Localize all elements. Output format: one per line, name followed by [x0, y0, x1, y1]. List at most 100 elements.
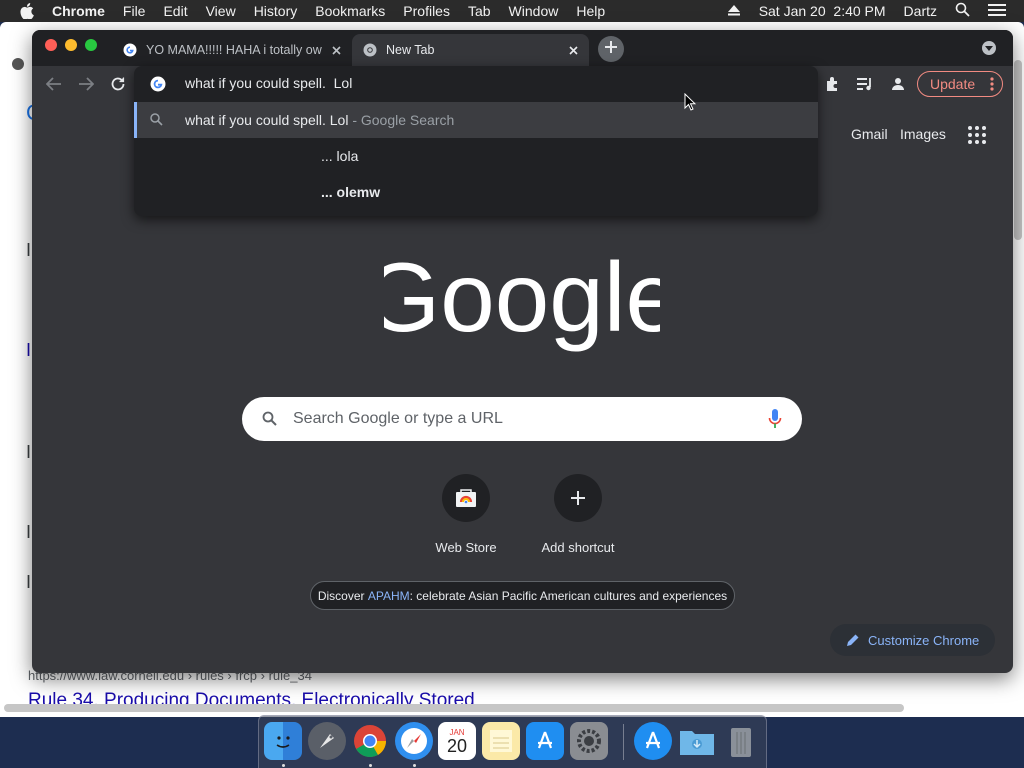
- launchpad-icon[interactable]: [308, 722, 346, 760]
- background-fragment: I: [26, 240, 32, 260]
- promo-text-post: : celebrate Asian Pacific American cultu…: [409, 588, 728, 603]
- minimize-window-button[interactable]: [65, 39, 77, 51]
- omnibox-input[interactable]: what if you could spell. Lol: [185, 75, 352, 91]
- apps-grid-icon[interactable]: [968, 126, 986, 144]
- shortcut-web-store[interactable]: Web Store: [410, 474, 522, 564]
- menu-view[interactable]: View: [206, 3, 236, 19]
- search-placeholder: Search Google or type a URL: [293, 410, 503, 427]
- menu-window[interactable]: Window: [509, 3, 559, 19]
- eject-icon[interactable]: [727, 3, 741, 19]
- close-tab-icon[interactable]: [328, 42, 344, 58]
- media-controls-icon[interactable]: [855, 74, 875, 94]
- omnibox-suggestion[interactable]: ... lola: [134, 138, 818, 174]
- chrome-window: YO MAMA!!!!! HAHA i totally ow New Tab U…: [32, 30, 1013, 673]
- finder-icon[interactable]: [264, 722, 302, 760]
- profile-icon[interactable]: [888, 74, 908, 94]
- background-fragment: I: [26, 572, 32, 592]
- dock-separator: [623, 724, 624, 760]
- omnibox-suggestion[interactable]: what if you could spell. Lol - Google Se…: [134, 102, 818, 138]
- suggestion-subtitle: - Google Search: [348, 112, 455, 128]
- customize-chrome-button[interactable]: Customize Chrome: [830, 624, 995, 656]
- tab-strip: YO MAMA!!!!! HAHA i totally ow New Tab: [32, 30, 1013, 66]
- menu-file[interactable]: File: [123, 3, 146, 19]
- tab-yo-mama[interactable]: YO MAMA!!!!! HAHA i totally ow: [112, 34, 352, 66]
- menu-chrome[interactable]: Chrome: [52, 3, 105, 19]
- dock: JAN 20: [258, 715, 767, 768]
- plus-icon: [554, 474, 602, 522]
- google-g-icon: [150, 76, 166, 92]
- google-favicon-icon: [122, 42, 138, 58]
- background-scrollbar-vertical[interactable]: [1014, 60, 1022, 240]
- promo-text-pre: Discover: [317, 588, 368, 603]
- background-window-control: [12, 58, 24, 70]
- close-tab-icon[interactable]: [565, 42, 581, 58]
- images-link[interactable]: Images: [900, 126, 946, 142]
- search-icon: [262, 411, 278, 427]
- shortcut-label: Add shortcut: [541, 540, 615, 555]
- background-fragment: I: [26, 442, 32, 462]
- promo-link[interactable]: APAHM: [368, 589, 410, 603]
- close-window-button[interactable]: [45, 39, 57, 51]
- downloads-folder-icon[interactable]: [678, 722, 716, 760]
- mouse-cursor-icon: [684, 93, 696, 111]
- calendar-icon[interactable]: JAN 20: [438, 722, 476, 760]
- app-store-icon[interactable]: [526, 722, 564, 760]
- running-indicator: [413, 764, 416, 767]
- chrome-favicon-icon: [362, 42, 378, 58]
- pencil-icon: [846, 633, 860, 647]
- omnibox-suggestion[interactable]: ... olemw: [134, 174, 818, 210]
- menu-tab[interactable]: Tab: [468, 3, 491, 19]
- chrome-app-icon[interactable]: [351, 722, 389, 760]
- tab-new-tab[interactable]: New Tab: [352, 34, 589, 66]
- microphone-icon[interactable]: [768, 409, 782, 429]
- forward-arrow-icon[interactable]: [76, 74, 96, 94]
- omnibox-input-row[interactable]: what if you could spell. Lol: [134, 66, 818, 102]
- tab-title: New Tab: [386, 43, 435, 57]
- shortcut-label: Web Store: [435, 540, 497, 555]
- menu-help[interactable]: Help: [576, 3, 605, 19]
- promo-banner[interactable]: Discover APAHM: celebrate Asian Pacific …: [310, 581, 735, 610]
- menu-history[interactable]: History: [254, 3, 298, 19]
- omnibox-dropdown: what if you could spell. Lol what if you…: [134, 66, 818, 216]
- suggestion-text: ... olemw: [321, 184, 381, 200]
- control-center-icon[interactable]: [988, 3, 1006, 20]
- suggestion-text: what if you could spell. Lol - Google Se…: [185, 112, 455, 128]
- menu-bookmarks[interactable]: Bookmarks: [315, 3, 385, 19]
- menu-profiles[interactable]: Profiles: [403, 3, 450, 19]
- clock[interactable]: Sat Jan 20 2:40 PM: [759, 3, 886, 19]
- background-scrollbar-horizontal[interactable]: [4, 704, 904, 712]
- running-indicator: [369, 764, 372, 767]
- shortcut-add[interactable]: Add shortcut: [522, 474, 634, 564]
- background-fragment: I: [26, 340, 32, 360]
- trash-icon[interactable]: [722, 722, 760, 760]
- extensions-icon[interactable]: [823, 74, 843, 94]
- new-tab-button[interactable]: [598, 36, 624, 62]
- running-indicator: [282, 764, 285, 767]
- user-name[interactable]: Dartz: [904, 3, 937, 19]
- svg-text:Google: Google: [384, 254, 660, 352]
- apple-icon[interactable]: [20, 3, 34, 19]
- system-preferences-icon[interactable]: [570, 722, 608, 760]
- google-logo: Google: [384, 254, 660, 352]
- safari-icon[interactable]: [395, 722, 433, 760]
- tab-title: YO MAMA!!!!! HAHA i totally ow: [146, 43, 322, 57]
- update-button[interactable]: Update: [917, 71, 1003, 97]
- menu-edit[interactable]: Edit: [163, 3, 187, 19]
- customize-label: Customize Chrome: [868, 632, 980, 648]
- zoom-window-button[interactable]: [85, 39, 97, 51]
- tab-search-button[interactable]: [982, 41, 996, 55]
- chevron-down-icon: [985, 39, 993, 57]
- back-arrow-icon[interactable]: [44, 74, 64, 94]
- plus-icon: [605, 40, 617, 58]
- search-icon: [150, 113, 164, 127]
- suggestion-text: ... lola: [321, 148, 359, 164]
- reload-icon[interactable]: [108, 74, 128, 94]
- ntp-search-box[interactable]: Search Google or type a URL: [242, 397, 802, 441]
- update-label: Update: [930, 76, 976, 92]
- app-store-download-icon[interactable]: [634, 722, 672, 760]
- more-vert-icon[interactable]: [990, 77, 994, 94]
- spotlight-icon[interactable]: [955, 2, 970, 20]
- background-fragment: I: [26, 522, 32, 542]
- gmail-link[interactable]: Gmail: [851, 126, 888, 142]
- notes-icon[interactable]: [482, 722, 520, 760]
